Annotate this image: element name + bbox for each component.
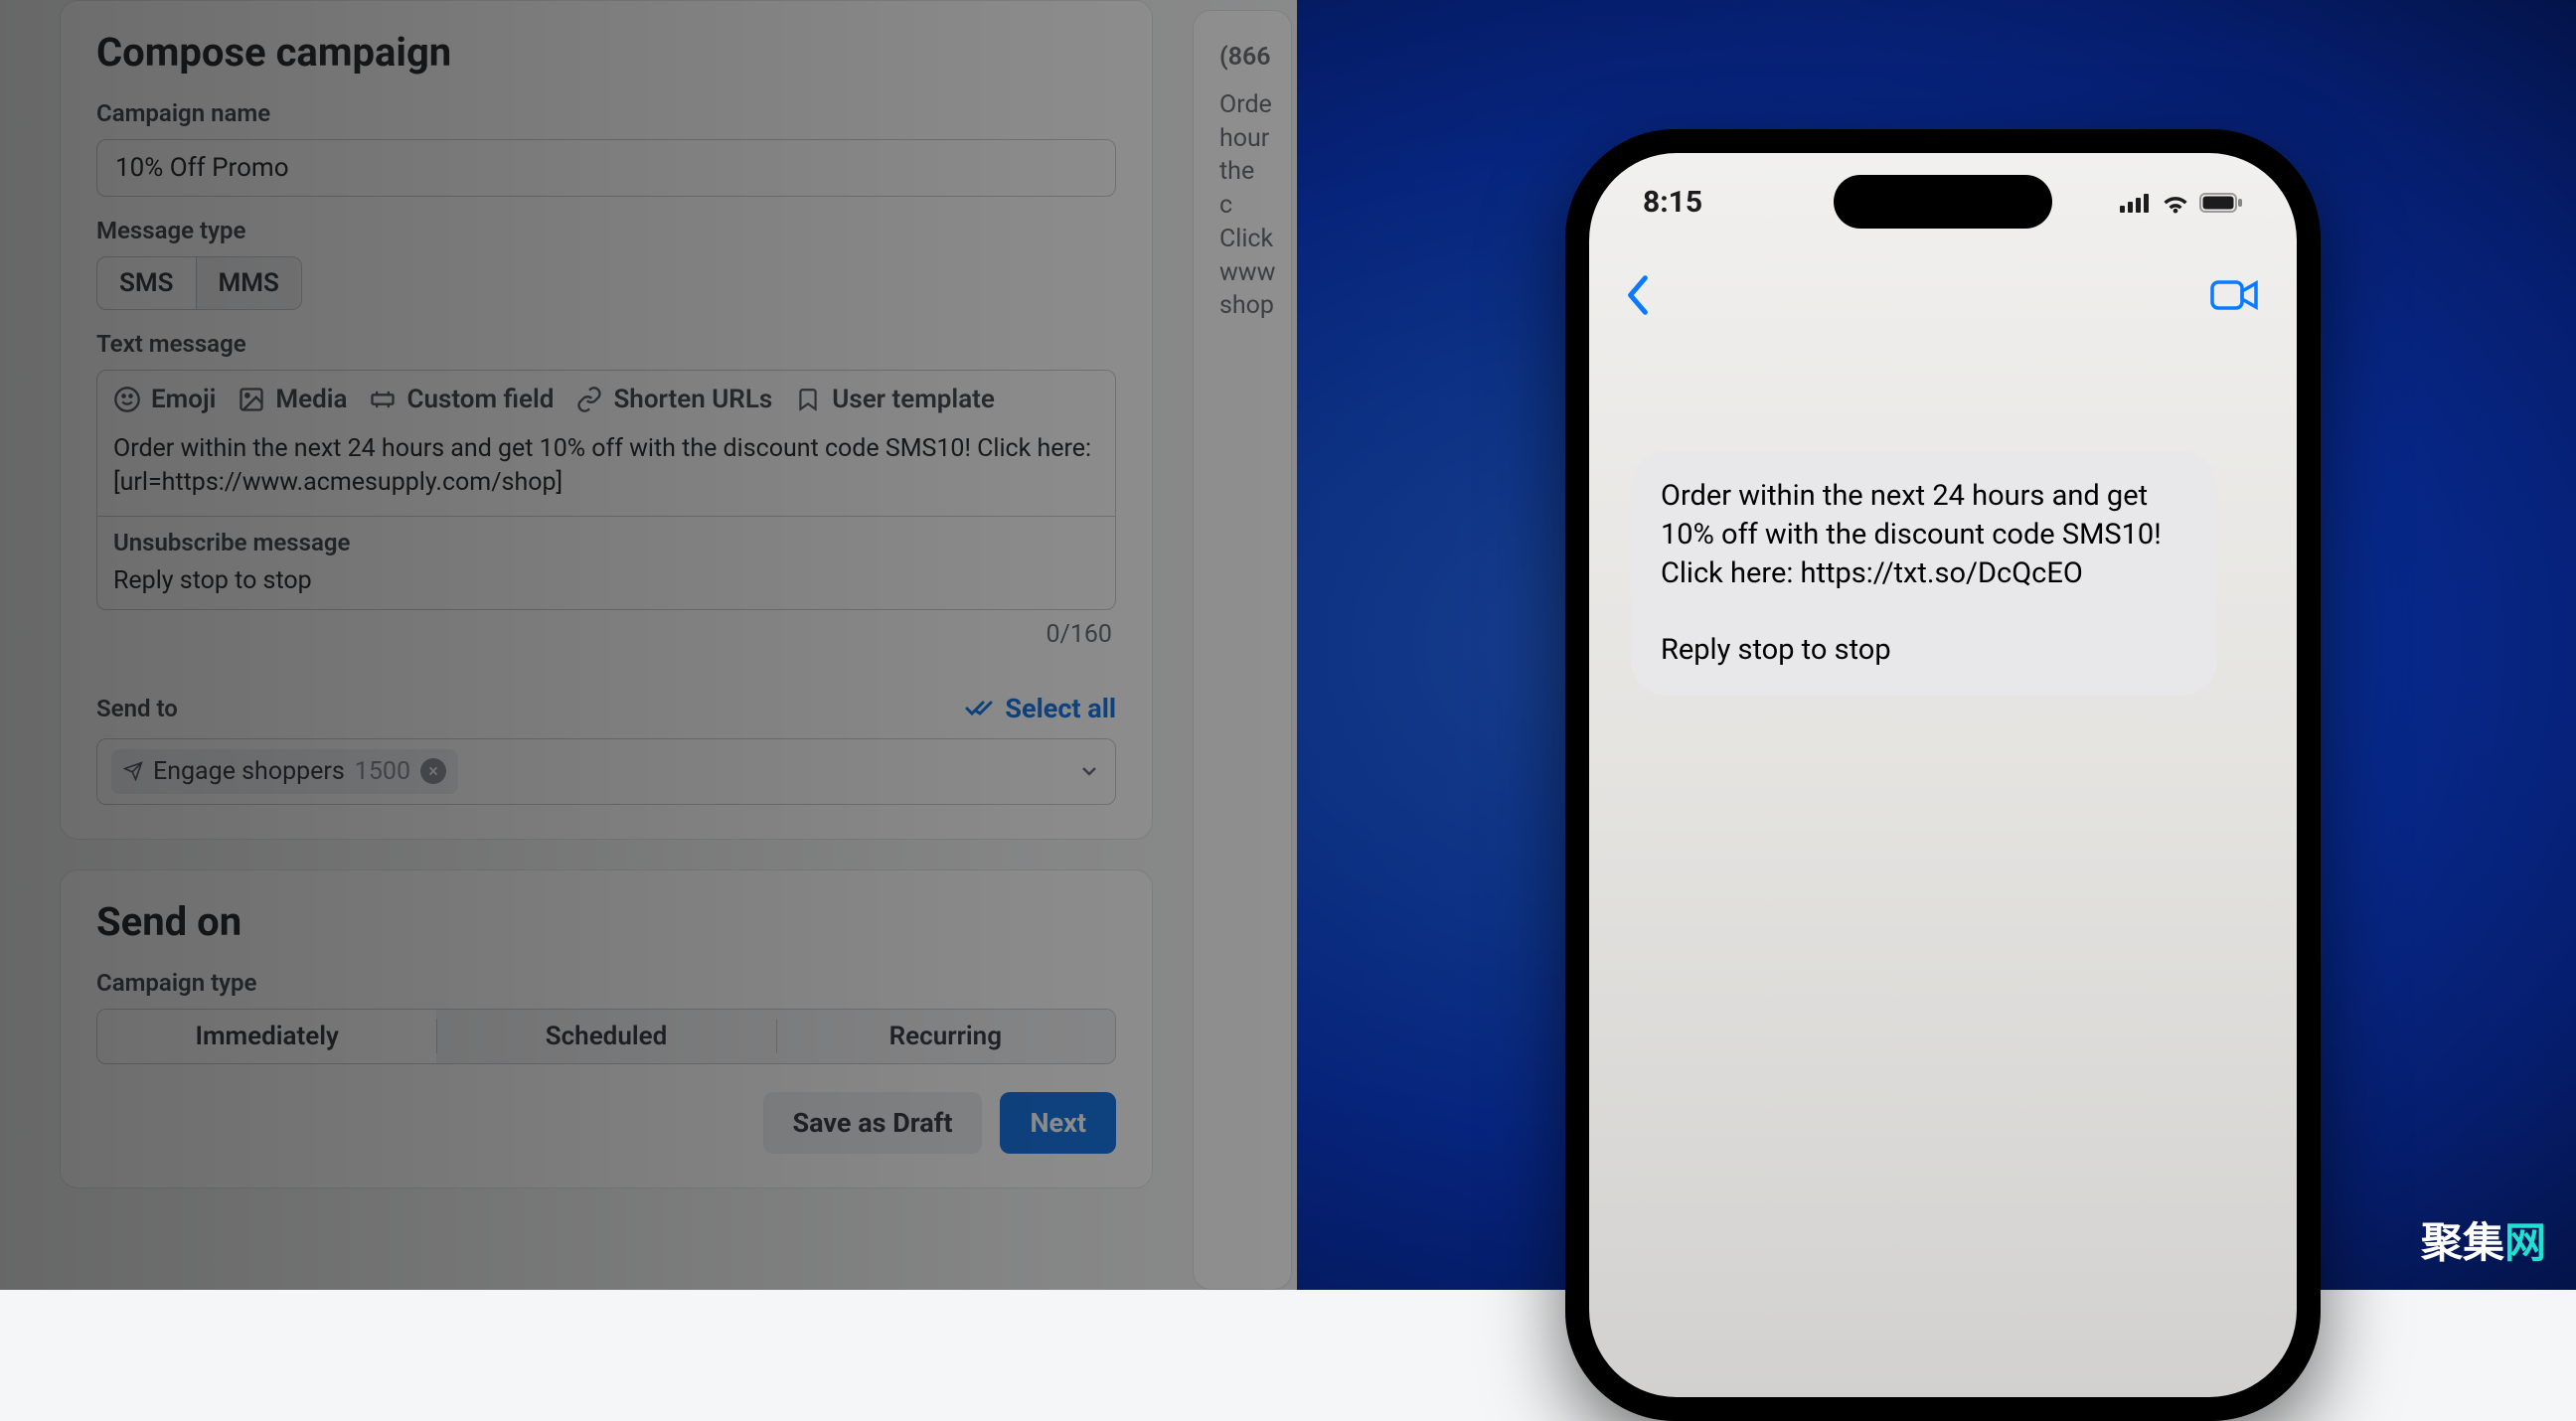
media-tool[interactable]: Media	[238, 385, 347, 414]
compose-title: Compose campaign	[96, 29, 1116, 76]
bookmark-icon	[794, 386, 822, 413]
preview-line: Click	[1219, 223, 1265, 256]
shorten-label: Shorten URLs	[613, 385, 772, 414]
unsubscribe-block: Unsubscribe message Reply stop to stop	[97, 516, 1115, 609]
message-body-input[interactable]: Order within the next 24 hours and get 1…	[97, 428, 1115, 516]
message-bubble: Order within the next 24 hours and get 1…	[1631, 451, 2217, 696]
preview-number: (866	[1219, 41, 1265, 75]
watermark-a: 聚集	[2421, 1219, 2504, 1268]
template-tool[interactable]: User template	[794, 385, 995, 414]
double-check-icon	[965, 698, 995, 719]
preview-line: www	[1219, 256, 1265, 290]
unsubscribe-text[interactable]: Reply stop to stop	[113, 566, 1099, 595]
watermark-b: 网	[2504, 1219, 2546, 1268]
campaign-type-label: Campaign type	[96, 969, 1116, 997]
template-label: User template	[832, 385, 995, 414]
message-type-toggle: SMS MMS	[96, 256, 1116, 310]
send-icon	[123, 761, 143, 781]
text-message-label: Text message	[96, 330, 1116, 358]
save-draft-button[interactable]: Save as Draft	[763, 1092, 983, 1154]
recipient-chip: Engage shoppers 1500 ×	[111, 749, 458, 794]
preview-line: shop	[1219, 289, 1265, 323]
immediately-option[interactable]: Immediately	[97, 1010, 436, 1063]
send-on-title: Send on	[96, 898, 1116, 945]
custom-field-label: Custom field	[406, 385, 554, 414]
bubble-text-1: Order within the next 24 hours and get 1…	[1661, 477, 2187, 593]
sms-toggle[interactable]: SMS	[96, 256, 197, 310]
video-icon[interactable]	[2209, 277, 2261, 313]
next-button[interactable]: Next	[1000, 1092, 1116, 1154]
scheduled-option[interactable]: Scheduled	[436, 1010, 775, 1063]
select-all-link[interactable]: Select all	[965, 693, 1116, 724]
preview-snippet-card: (866 Orde hour the c Click www shop	[1193, 10, 1292, 1290]
send-to-select[interactable]: Engage shoppers 1500 ×	[96, 738, 1116, 805]
back-icon[interactable]	[1625, 274, 1651, 316]
preview-line: the c	[1219, 155, 1265, 223]
recurring-option[interactable]: Recurring	[776, 1010, 1115, 1063]
wifi-icon	[2162, 192, 2189, 214]
unsubscribe-label: Unsubscribe message	[113, 529, 1099, 556]
chip-remove[interactable]: ×	[420, 758, 446, 784]
send-to-label: Send to	[96, 695, 178, 722]
phone-time: 8:15	[1643, 185, 1702, 220]
campaign-name-input[interactable]	[96, 139, 1116, 197]
shorten-url-tool[interactable]: Shorten URLs	[575, 385, 772, 414]
chip-label: Engage shoppers	[153, 757, 345, 786]
message-type-label: Message type	[96, 217, 1116, 244]
dynamic-island	[1834, 175, 2052, 229]
chip-count: 1500	[355, 757, 410, 786]
campaign-type-segment: Immediately Scheduled Recurring	[96, 1009, 1116, 1064]
media-icon	[238, 386, 265, 413]
text-editor: Emoji Media Custom field Shorten URLs	[96, 370, 1116, 610]
char-count: 0/160	[96, 620, 1116, 649]
chevron-down-icon	[1077, 759, 1101, 783]
select-all-label: Select all	[1005, 693, 1116, 724]
phone-mockup: 8:15 Order within the next 24 hours and …	[1565, 129, 2321, 1421]
send-on-card: Send on Campaign type Immediately Schedu…	[60, 869, 1153, 1188]
bubble-text-2: Reply stop to stop	[1661, 631, 2187, 670]
emoji-label: Emoji	[151, 385, 216, 414]
preview-line: hour	[1219, 122, 1265, 156]
campaign-name-label: Campaign name	[96, 99, 1116, 127]
phone-nav-bar	[1589, 252, 2297, 338]
emoji-icon	[113, 386, 141, 413]
custom-field-tool[interactable]: Custom field	[369, 385, 554, 414]
cellular-icon	[2120, 193, 2152, 213]
emoji-tool[interactable]: Emoji	[113, 385, 216, 414]
preview-line: Orde	[1219, 88, 1265, 122]
mms-toggle[interactable]: MMS	[197, 256, 302, 310]
link-icon	[575, 386, 603, 413]
editor-toolbar: Emoji Media Custom field Shorten URLs	[97, 371, 1115, 428]
media-label: Media	[275, 385, 347, 414]
battery-icon	[2199, 192, 2243, 214]
custom-field-icon	[369, 386, 397, 413]
compose-card: Compose campaign Campaign name Message t…	[60, 0, 1153, 840]
watermark: 聚集网	[2421, 1209, 2546, 1270]
